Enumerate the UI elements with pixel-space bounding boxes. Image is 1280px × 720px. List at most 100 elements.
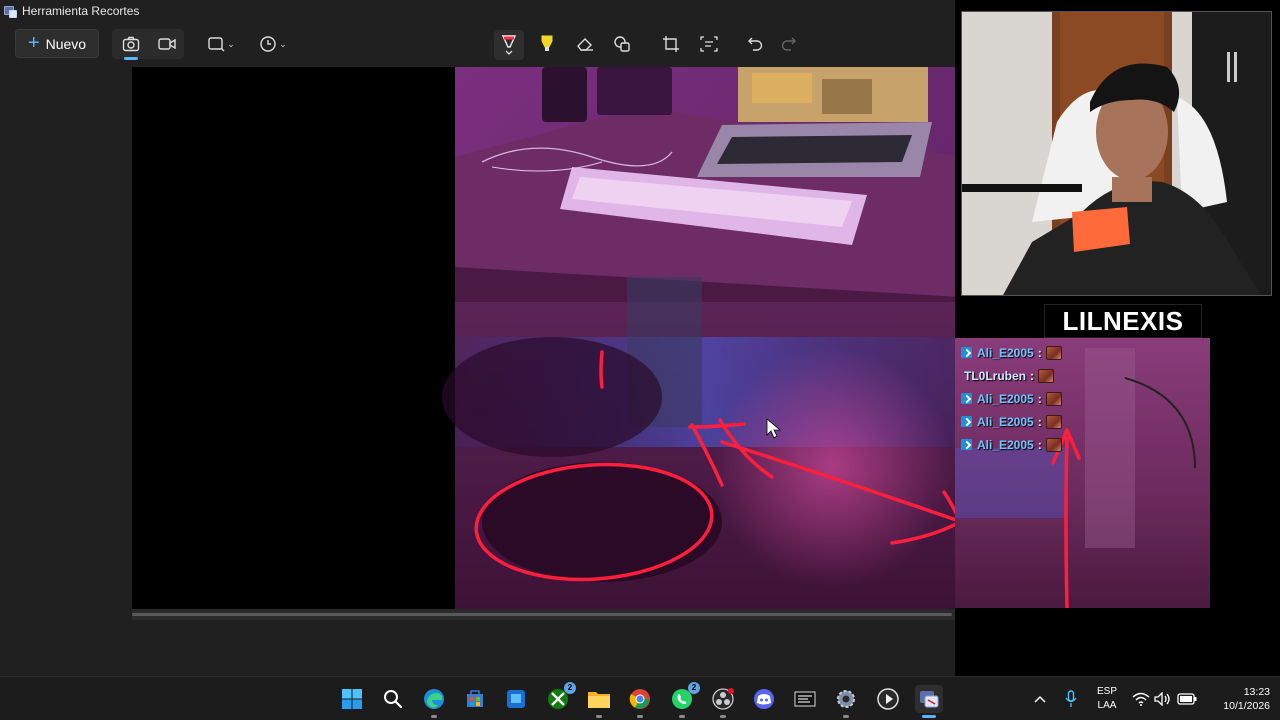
eraser-button[interactable] <box>572 31 598 57</box>
captured-scene <box>442 67 960 609</box>
xbox-button[interactable]: 2 <box>544 682 576 713</box>
start-button[interactable] <box>338 685 366 713</box>
obs-icon <box>712 688 734 710</box>
chat-message: Ali_E2005 : <box>961 387 1161 410</box>
chrome-icon <box>629 689 650 709</box>
input-language-indicator[interactable]: ESP LAA <box>1094 685 1120 713</box>
search-button[interactable] <box>379 685 407 713</box>
delay-timer-icon <box>260 36 276 52</box>
horizontal-scrollbar[interactable] <box>132 609 960 620</box>
media-player-button[interactable] <box>874 685 902 713</box>
toolbar: + Nuevo ⌄ ⌄ <box>0 22 960 66</box>
settings-button[interactable] <box>832 685 860 718</box>
emote-icon <box>1038 368 1054 383</box>
notification-badge: 2 <box>564 682 576 694</box>
volume-tray-button[interactable] <box>1153 685 1173 713</box>
snipping-tool-icon <box>4 5 17 18</box>
taskbar: 2 2 ESP LAA 13:23 10/1/2026 <box>0 676 1280 720</box>
screenshot-mode-button[interactable] <box>118 31 144 57</box>
redo-button[interactable] <box>776 31 802 57</box>
window-title: Herramienta Recortes <box>22 4 140 18</box>
shapes-icon <box>614 36 630 52</box>
eraser-icon <box>577 38 593 51</box>
volume-icon <box>1154 692 1170 706</box>
chrome-button[interactable] <box>626 685 654 718</box>
chevron-down-icon: ⌄ <box>279 38 287 49</box>
snip-shape-dropdown[interactable]: ⌄ <box>203 31 239 57</box>
ballpoint-pen-button[interactable] <box>497 31 521 57</box>
plus-icon: + <box>27 31 40 54</box>
scrollbar-thumb[interactable] <box>132 613 952 616</box>
edge-icon <box>424 689 444 709</box>
screenshot-canvas[interactable] <box>132 67 960 609</box>
prime-badge-icon <box>961 439 972 450</box>
chat-message: Ali_E2005 : <box>961 410 1161 433</box>
chat-username: Ali_E2005 <box>977 345 1034 360</box>
crop-icon <box>663 36 679 52</box>
highlighter-icon <box>541 35 553 51</box>
whatsapp-button[interactable]: 2 <box>668 682 700 718</box>
emote-icon <box>1045 391 1062 406</box>
new-snip-button[interactable]: + Nuevo <box>15 29 99 58</box>
clock-date: 10/1/2026 <box>1223 700 1270 712</box>
system-clock[interactable]: 13:23 10/1/2026 <box>1200 685 1270 713</box>
discord-icon <box>754 689 774 709</box>
battery-icon <box>1177 693 1197 705</box>
snipping-tool-taskbar-button[interactable] <box>915 685 943 718</box>
chat-message: Ali_E2005 : <box>961 341 1161 364</box>
snipping-tool-icon <box>920 691 939 708</box>
blue-app-button[interactable] <box>502 685 530 713</box>
launcher-button[interactable] <box>791 685 819 713</box>
undo-icon <box>748 37 763 51</box>
rectangle-mode-icon <box>208 37 225 52</box>
chat-message: Ali_E2005 : <box>961 433 1161 456</box>
notification-badge: 2 <box>688 682 700 694</box>
chevron-down-icon: ⌄ <box>227 38 235 49</box>
chat-username: Ali_E2005 <box>977 437 1034 452</box>
language-code: ESP <box>1096 686 1117 697</box>
search-icon <box>384 690 403 709</box>
delay-dropdown[interactable]: ⌄ <box>255 31 291 57</box>
windows-start-icon <box>342 689 362 709</box>
discord-button[interactable] <box>750 685 778 713</box>
video-icon <box>158 38 176 50</box>
battery-tray-button[interactable] <box>1176 685 1198 713</box>
chat-message: TL0Lruben : <box>961 364 1161 387</box>
webcam-feed <box>961 11 1272 296</box>
show-hidden-icons-button[interactable] <box>1030 685 1050 713</box>
text-actions-button[interactable] <box>696 31 722 57</box>
ballpoint-pen-icon <box>501 35 517 55</box>
video-mode-button[interactable] <box>154 31 180 57</box>
prime-badge-icon <box>961 416 972 427</box>
keyboard-layout: LAA <box>1097 700 1117 711</box>
camera-icon <box>122 36 140 52</box>
wifi-tray-button[interactable] <box>1131 685 1151 713</box>
store-icon <box>467 690 483 707</box>
highlighter-button[interactable] <box>535 31 559 57</box>
microphone-icon <box>1065 690 1077 707</box>
text-actions-icon <box>700 36 718 52</box>
clock-time: 13:23 <box>1243 686 1270 698</box>
emote-icon <box>1045 345 1062 360</box>
chat-separator: : <box>1037 345 1042 360</box>
active-mode-indicator <box>124 57 138 60</box>
workspace <box>0 66 960 676</box>
launcher-icon <box>794 691 816 707</box>
media-player-icon <box>877 688 899 710</box>
crop-button[interactable] <box>658 31 684 57</box>
undo-button[interactable] <box>742 31 768 57</box>
screen: Herramienta Recortes + Nuevo ⌄ ⌄ LILNEXI… <box>0 0 1280 720</box>
emote-icon <box>1045 414 1062 429</box>
prime-badge-icon <box>961 347 972 358</box>
obs-button[interactable] <box>709 685 737 718</box>
redo-icon <box>781 37 796 51</box>
microphone-tray-button[interactable] <box>1061 685 1081 713</box>
shapes-button[interactable] <box>609 31 635 57</box>
store-button[interactable] <box>461 685 489 713</box>
settings-icon <box>837 690 855 708</box>
edge-button[interactable] <box>420 685 448 718</box>
chat-username: TL0Lruben <box>964 368 1026 383</box>
file-explorer-button[interactable] <box>585 685 613 718</box>
annotation-line-stroke <box>599 350 604 389</box>
prime-badge-icon <box>961 393 972 404</box>
